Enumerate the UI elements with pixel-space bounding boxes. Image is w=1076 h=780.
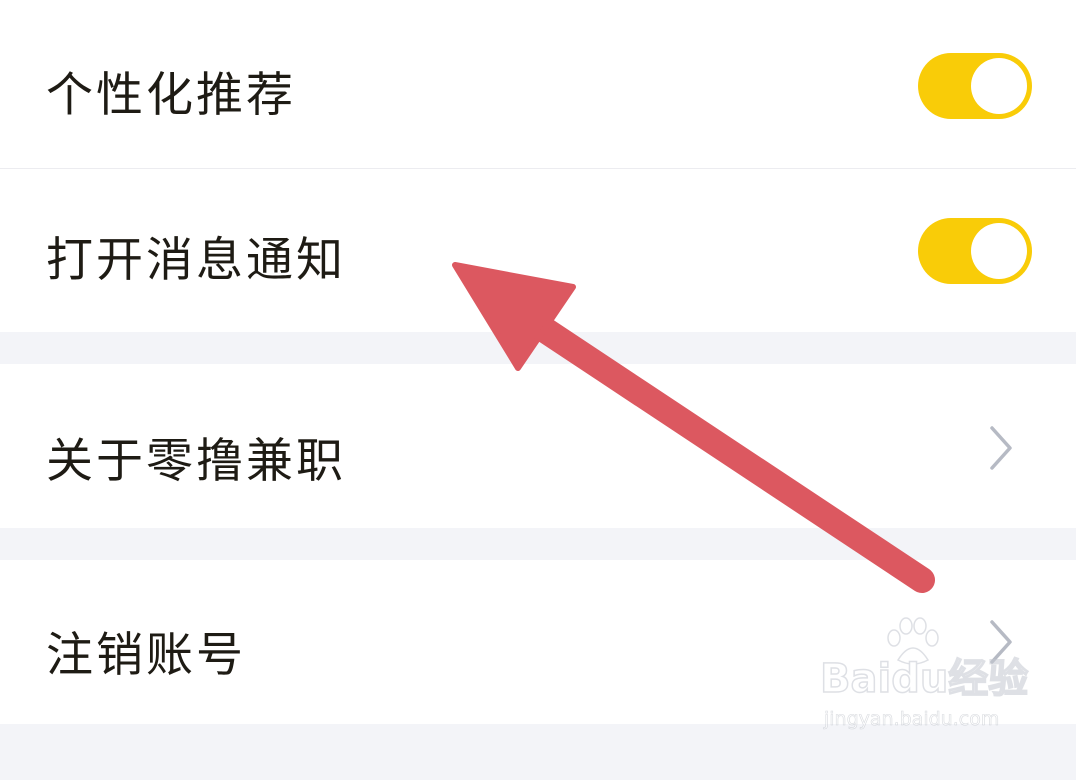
- watermark-url: jingyan.baidu.com: [824, 708, 1000, 731]
- settings-group-toggles: 个性化推荐 打开消息通知: [0, 0, 1076, 332]
- watermark-brand: Baidu经验: [819, 655, 1029, 703]
- settings-group-about: 关于零撸兼职: [0, 364, 1076, 528]
- baidu-watermark: Baidu经验 jingyan.baidu.com: [819, 617, 1029, 758]
- message-notification-toggle[interactable]: [918, 218, 1032, 284]
- setting-label-delete-account: 注销账号: [46, 628, 246, 683]
- toggle-knob: [971, 223, 1027, 279]
- personalized-recommend-toggle[interactable]: [918, 53, 1032, 119]
- chevron-right-icon: [990, 426, 1012, 470]
- setting-label-message-notification: 打开消息通知: [46, 233, 346, 288]
- setting-row-message-notification[interactable]: 打开消息通知: [0, 169, 1076, 332]
- toggle-knob: [971, 58, 1027, 114]
- setting-label-personalized-recommend: 个性化推荐: [46, 68, 296, 123]
- setting-row-personalized-recommend[interactable]: 个性化推荐: [0, 0, 1076, 168]
- setting-row-about[interactable]: 关于零撸兼职: [0, 364, 1076, 528]
- setting-label-about: 关于零撸兼职: [46, 434, 346, 489]
